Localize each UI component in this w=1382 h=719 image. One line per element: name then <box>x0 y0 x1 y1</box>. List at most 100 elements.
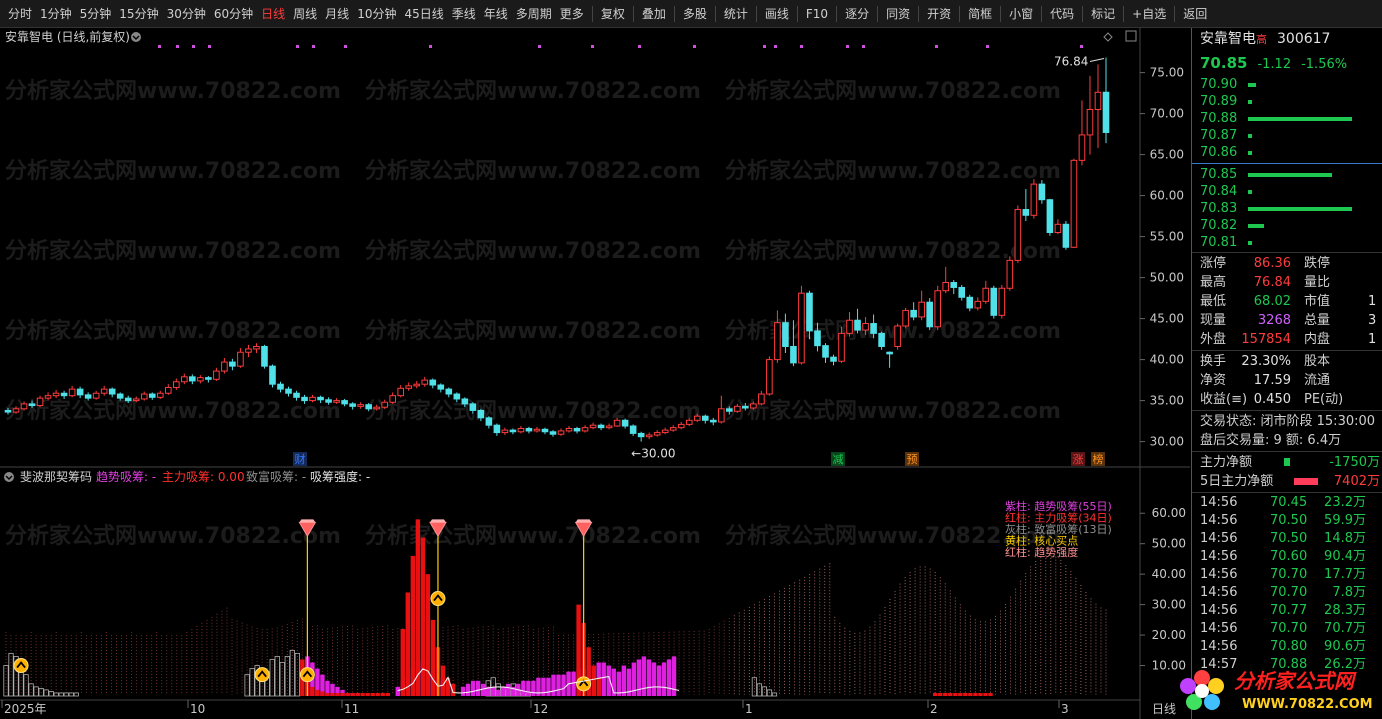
toolbar-separator <box>1082 5 1084 22</box>
period-tab[interactable]: 月线 <box>321 0 353 27</box>
stat-row: 最低 68.02 市值 1 <box>1192 292 1382 311</box>
toolbar-separator <box>632 5 634 22</box>
ask-row[interactable]: 70.87 <box>1192 127 1382 144</box>
toolbar-button[interactable]: 标记 <box>1087 0 1119 27</box>
up-arrow-icon[interactable] <box>13 658 29 674</box>
trade-ticks[interactable]: 14:56 70.45 23.2万 14:56 70.50 59.9万 14:56 70.50… <box>1192 494 1382 674</box>
signal-dot <box>693 45 696 48</box>
main-bar <box>360 692 365 696</box>
order-volume-bar <box>1248 134 1252 138</box>
stat-row: 最高 76.84 量比 <box>1192 273 1382 292</box>
trade-row: 14:56 70.70 7.8万 <box>1192 584 1382 602</box>
trade-row: 14:56 70.45 23.2万 <box>1192 494 1382 512</box>
main-bar <box>335 692 340 696</box>
trade-volume: 7.8万 <box>1332 585 1366 600</box>
up-arrow-icon[interactable] <box>576 676 592 692</box>
candle <box>934 285 941 331</box>
title-dropdown-icon[interactable] <box>131 32 141 42</box>
stat-row: 现量 3268 总量 3 <box>1192 311 1382 330</box>
toolbar-button[interactable]: 画线 <box>761 0 793 27</box>
watermark-text: 分析家公式网www.70822.com <box>725 398 1061 424</box>
toolbar-button[interactable]: 叠加 <box>638 0 670 27</box>
trade-price: 70.70 <box>1270 621 1308 636</box>
toolbar-separator <box>673 5 675 22</box>
stock-name: 安靠智电 <box>1200 31 1256 47</box>
period-tab[interactable]: 分时 <box>4 0 36 27</box>
event-marker[interactable]: 减 <box>833 453 844 466</box>
period-tab[interactable]: 5分钟 <box>76 0 116 27</box>
stat-row: 收益(≡) 0.450 PE(动) <box>1192 390 1382 409</box>
bid-row[interactable]: 70.81 <box>1192 234 1382 251</box>
order-volume-bar <box>1248 173 1332 177</box>
divider <box>1192 410 1382 411</box>
stat-label: 内盘 <box>1304 332 1331 347</box>
indicator-tick-label: 20.00 <box>1152 628 1186 642</box>
period-tab[interactable]: 30分钟 <box>163 0 210 27</box>
period-tab[interactable]: 15分钟 <box>115 0 162 27</box>
toolbar-button[interactable]: 小窗 <box>1005 0 1037 27</box>
toolbar-button[interactable]: 开资 <box>923 0 955 27</box>
event-marker[interactable]: 财 <box>295 452 306 466</box>
trade-volume: 90.4万 <box>1324 549 1366 564</box>
trade-status: 交易状态: 闭市阶段 15:30:00 <box>1200 414 1376 429</box>
signal-dot <box>935 45 938 48</box>
last-price: 70.85 <box>1200 54 1248 72</box>
main-net-flow: 主力净额 -1750万 <box>1192 453 1382 472</box>
period-tab[interactable]: 季线 <box>448 0 480 27</box>
price-tick-label: 50.00 <box>1150 271 1184 285</box>
event-marker[interactable]: 涨 <box>1073 453 1084 466</box>
period-tab[interactable]: 周线 <box>289 0 321 27</box>
stat-value: 17.59 <box>1253 373 1291 388</box>
up-arrow-icon[interactable] <box>254 667 270 683</box>
period-tab[interactable]: 45日线 <box>400 0 447 27</box>
trend-bar <box>661 662 667 696</box>
main-bar <box>938 692 943 696</box>
toolbar-button[interactable]: 简框 <box>964 0 996 27</box>
stat-label: PE(动) <box>1304 392 1344 407</box>
period-tab[interactable]: 1分钟 <box>36 0 76 27</box>
ask-row[interactable]: 70.90 <box>1192 76 1382 93</box>
ask-row[interactable]: 70.89 <box>1192 93 1382 110</box>
price-chart[interactable]: 分析家公式网www.70822.com 分析家公式网www.70822.com 分析… <box>0 28 1190 468</box>
trade-row: 14:56 70.80 90.6万 <box>1192 638 1382 656</box>
trend-bar <box>621 665 627 696</box>
event-marker[interactable]: 榜 <box>1093 452 1104 466</box>
toolbar-button[interactable]: 逐分 <box>841 0 873 27</box>
ask-row[interactable]: 70.86 <box>1192 144 1382 161</box>
main-bar <box>380 692 385 696</box>
stock-header: 安靠智电高 300617 <box>1192 28 1382 50</box>
toolbar-button[interactable]: F10 <box>802 0 832 27</box>
toolbar-button[interactable]: 同资 <box>882 0 914 27</box>
order-price: 70.83 <box>1200 201 1238 216</box>
event-marker[interactable]: 预 <box>907 453 918 466</box>
trend-bar <box>491 686 496 696</box>
ask-row[interactable]: 70.88 <box>1192 110 1382 127</box>
up-arrow-icon[interactable] <box>299 667 315 683</box>
bid-row[interactable]: 70.82 <box>1192 217 1382 234</box>
period-tab[interactable]: 60分钟 <box>210 0 257 27</box>
indicator-chart[interactable]: 分析家公式网www.70822.com 分析家公式网www.70822.com 分析… <box>0 468 1190 719</box>
period-tab[interactable]: 日线 <box>257 0 289 27</box>
up-arrow-icon[interactable] <box>430 591 446 607</box>
toolbar-button[interactable]: 返回 <box>1179 0 1211 27</box>
period-tab[interactable]: 多周期 <box>512 0 556 27</box>
toolbar-button[interactable]: 复权 <box>597 0 629 27</box>
trade-row: 14:56 70.77 28.3万 <box>1192 602 1382 620</box>
toolbar-button[interactable]: 代码 <box>1046 0 1078 27</box>
bid-row[interactable]: 70.83 <box>1192 200 1382 217</box>
toolbar-button[interactable]: 多股 <box>679 0 711 27</box>
watermark-text: 分析家公式网www.70822.com <box>5 318 341 344</box>
period-tab[interactable]: 年线 <box>480 0 512 27</box>
toolbar-button[interactable]: 统计 <box>720 0 752 27</box>
toolbar-separator <box>755 5 757 22</box>
toolbar-button[interactable]: +自选 <box>1128 0 1170 27</box>
indicator-value-label: 致富吸筹: - <box>246 469 306 484</box>
trade-time: 14:56 <box>1200 531 1238 546</box>
period-tab[interactable]: 更多 <box>556 0 588 27</box>
watermark: 分析家公式网www.70822.com 分析家公式网www.70822.com 分析… <box>5 523 1061 549</box>
bid-row[interactable]: 70.85 <box>1192 166 1382 183</box>
price-tick-label: 65.00 <box>1150 148 1184 162</box>
bid-row[interactable]: 70.84 <box>1192 183 1382 200</box>
period-tab[interactable]: 10分钟 <box>353 0 400 27</box>
indicator-close-icon[interactable] <box>4 472 14 482</box>
